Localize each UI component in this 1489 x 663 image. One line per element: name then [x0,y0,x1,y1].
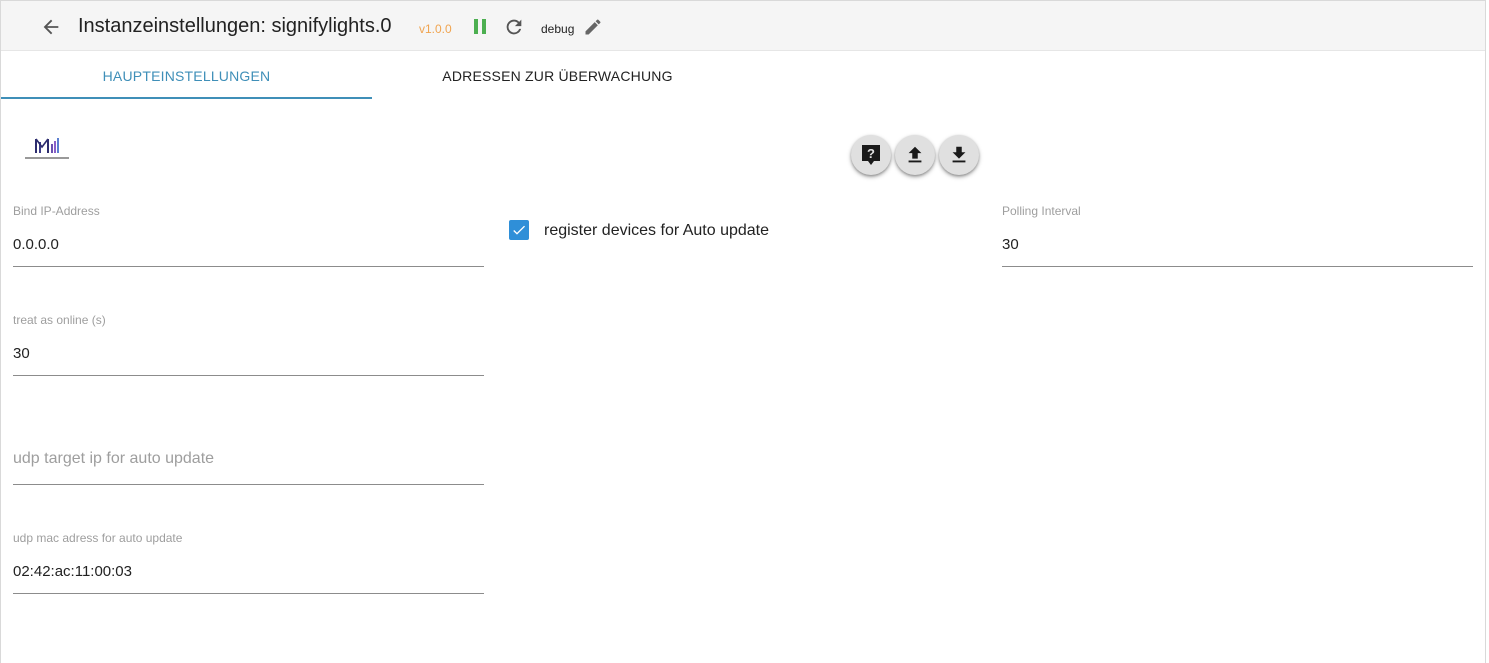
tab-bar: HAUPTEINSTELLUNGEN ADRESSEN ZUR ÜBERWACH… [1,52,1485,100]
tab-label: ADRESSEN ZUR ÜBERWACHUNG [442,67,673,84]
pencil-icon [585,19,601,35]
reload-icon [506,19,522,35]
download-icon [952,146,966,163]
back-button[interactable] [38,14,64,40]
pause-icon [474,19,486,34]
pause-button[interactable] [471,17,489,37]
upload-button[interactable] [895,135,935,175]
polling-interval-label: Polling Interval [1002,204,1081,218]
register-auto-update-checkbox[interactable] [509,220,529,240]
polling-interval-field: Polling Interval [1002,204,1473,268]
udp-target-ip-field [13,422,484,486]
field-underline [13,266,484,267]
help-icon: ? [862,145,880,165]
version-label: v1.0.0 [419,22,452,36]
field-underline [13,593,484,594]
register-auto-update-label: register devices for Auto update [544,222,770,239]
download-button[interactable] [939,135,979,175]
bind-ip-label: Bind IP-Address [13,204,100,218]
udp-mac-label: udp mac adress for auto update [13,531,183,545]
udp-mac-field: udp mac adress for auto update [13,531,484,595]
bind-ip-field: Bind IP-Address [13,204,484,268]
help-button[interactable]: ? [851,135,891,175]
edit-log-level-button[interactable] [583,17,603,37]
header-bar: Instanzeinstellungen: signifylights.0 v1… [1,1,1485,51]
tab-label: HAUPTEINSTELLUNGEN [102,67,271,84]
treat-online-label: treat as online (s) [13,313,106,327]
adapter-logo [23,135,71,165]
svg-text:?: ? [867,146,875,161]
field-underline [13,375,484,376]
field-underline [13,484,484,485]
treat-online-input[interactable] [13,342,484,364]
treat-online-field: treat as online (s) [13,313,484,377]
udp-target-ip-input[interactable] [13,447,484,469]
checkmark-icon [513,225,525,235]
tab-main-settings[interactable]: HAUPTEINSTELLUNGEN [1,52,372,99]
polling-interval-input[interactable] [1002,233,1473,255]
log-level-label: debug [541,22,575,36]
upload-icon [908,146,922,163]
active-tab-indicator [1,97,372,99]
arrow-left-icon [43,19,59,35]
reload-button[interactable] [503,16,525,38]
tab-monitoring-addresses[interactable]: ADRESSEN ZUR ÜBERWACHUNG [372,52,743,99]
settings-page: Instanzeinstellungen: signifylights.0 v1… [0,0,1486,663]
bind-ip-input[interactable] [13,233,484,255]
field-underline [1002,266,1473,267]
page-title: Instanzeinstellungen: signifylights.0 [78,15,392,37]
udp-mac-input[interactable] [13,560,484,582]
